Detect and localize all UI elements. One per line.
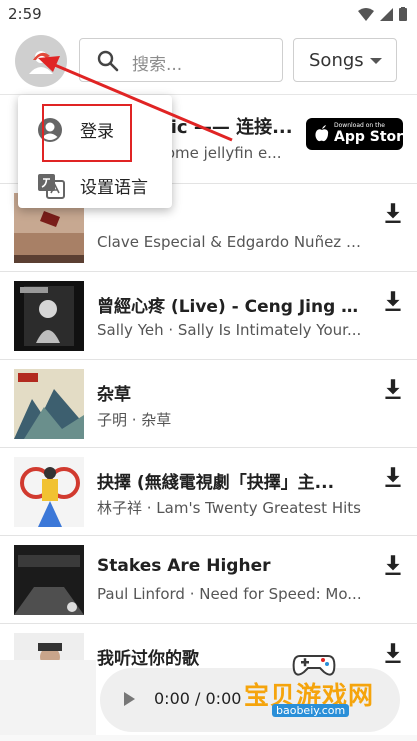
search-input[interactable]: 搜索...: [79, 38, 283, 82]
song-row[interactable]: 曾經心疼 (Live) - Ceng Jing X... Sally Yeh ·…: [0, 271, 417, 359]
type-filter-label: Songs: [309, 50, 364, 71]
download-icon[interactable]: [380, 464, 406, 490]
song-title: 曾經心疼 (Live) - Ceng Jing X...: [97, 297, 359, 317]
annotation-highlight-box: [42, 104, 132, 162]
player-time: 0:00 / 0:00: [154, 689, 242, 708]
download-icon[interactable]: [380, 200, 406, 226]
translate-icon: [38, 174, 65, 199]
search-icon: [97, 50, 119, 72]
menu-item-label: 设置语言: [80, 178, 148, 198]
apple-icon: [315, 125, 329, 142]
song-title: 抉擇 (無綫電視劇「抉擇」主...: [97, 473, 335, 493]
bottom-edge: [0, 735, 417, 741]
song-title: Stakes Are Higher: [97, 556, 271, 576]
play-icon[interactable]: [124, 692, 135, 706]
song-row[interactable]: Stakes Are Higher Paul Linford · Need fo…: [0, 535, 417, 623]
signal-icon: [380, 7, 393, 21]
gamepad-icon: [292, 655, 336, 676]
status-time: 2:59: [8, 5, 42, 23]
app-store-badge[interactable]: Download on the App Store: [306, 118, 413, 150]
wifi-icon: [358, 7, 374, 21]
album-art: [14, 281, 84, 351]
app-store-badge-label: App Store: [334, 129, 413, 145]
avatar-button[interactable]: [15, 35, 67, 87]
player-left-panel: [0, 660, 96, 741]
album-art: [14, 369, 84, 439]
song-subtitle: Sally Yeh · Sally Is Intimately Your...: [97, 321, 362, 339]
avatar-icon: [29, 51, 53, 74]
song-row[interactable]: 抉擇 (無綫電視劇「抉擇」主... 林子祥 · Lam's Twenty Gre…: [0, 447, 417, 535]
menu-item-language[interactable]: 设置语言: [18, 163, 172, 207]
song-subtitle: Clave Especial & Edgardo Nuñez · ...: [97, 233, 362, 251]
watermark: 宝贝游戏网 baobeiy.com: [240, 650, 390, 722]
app-store-badge-small: Download on the: [334, 122, 385, 129]
banner-subtitle: rome jellyfin e...: [160, 144, 282, 162]
song-subtitle: 林子祥 · Lam's Twenty Greatest Hits: [97, 499, 361, 517]
type-filter-select[interactable]: Songs: [293, 38, 397, 82]
song-subtitle: 子明 · 杂草: [97, 411, 172, 429]
watermark-url: baobeiy.com: [272, 704, 350, 717]
song-subtitle: Paul Linford · Need for Speed: Mo...: [97, 585, 362, 603]
battery-icon: [399, 7, 407, 21]
download-icon[interactable]: [380, 552, 406, 578]
album-art: [14, 545, 84, 615]
song-title: 杂草: [97, 385, 131, 405]
search-placeholder: 搜索...: [132, 55, 183, 75]
download-icon[interactable]: [380, 288, 406, 314]
download-icon[interactable]: [380, 376, 406, 402]
chevron-down-icon: [370, 58, 382, 64]
status-icons: [358, 7, 407, 21]
song-row[interactable]: 杂草 子明 · 杂草: [0, 359, 417, 447]
status-bar: 2:59: [0, 0, 417, 28]
album-art: [14, 457, 84, 527]
banner-title: sic —— 连接...: [160, 117, 293, 138]
